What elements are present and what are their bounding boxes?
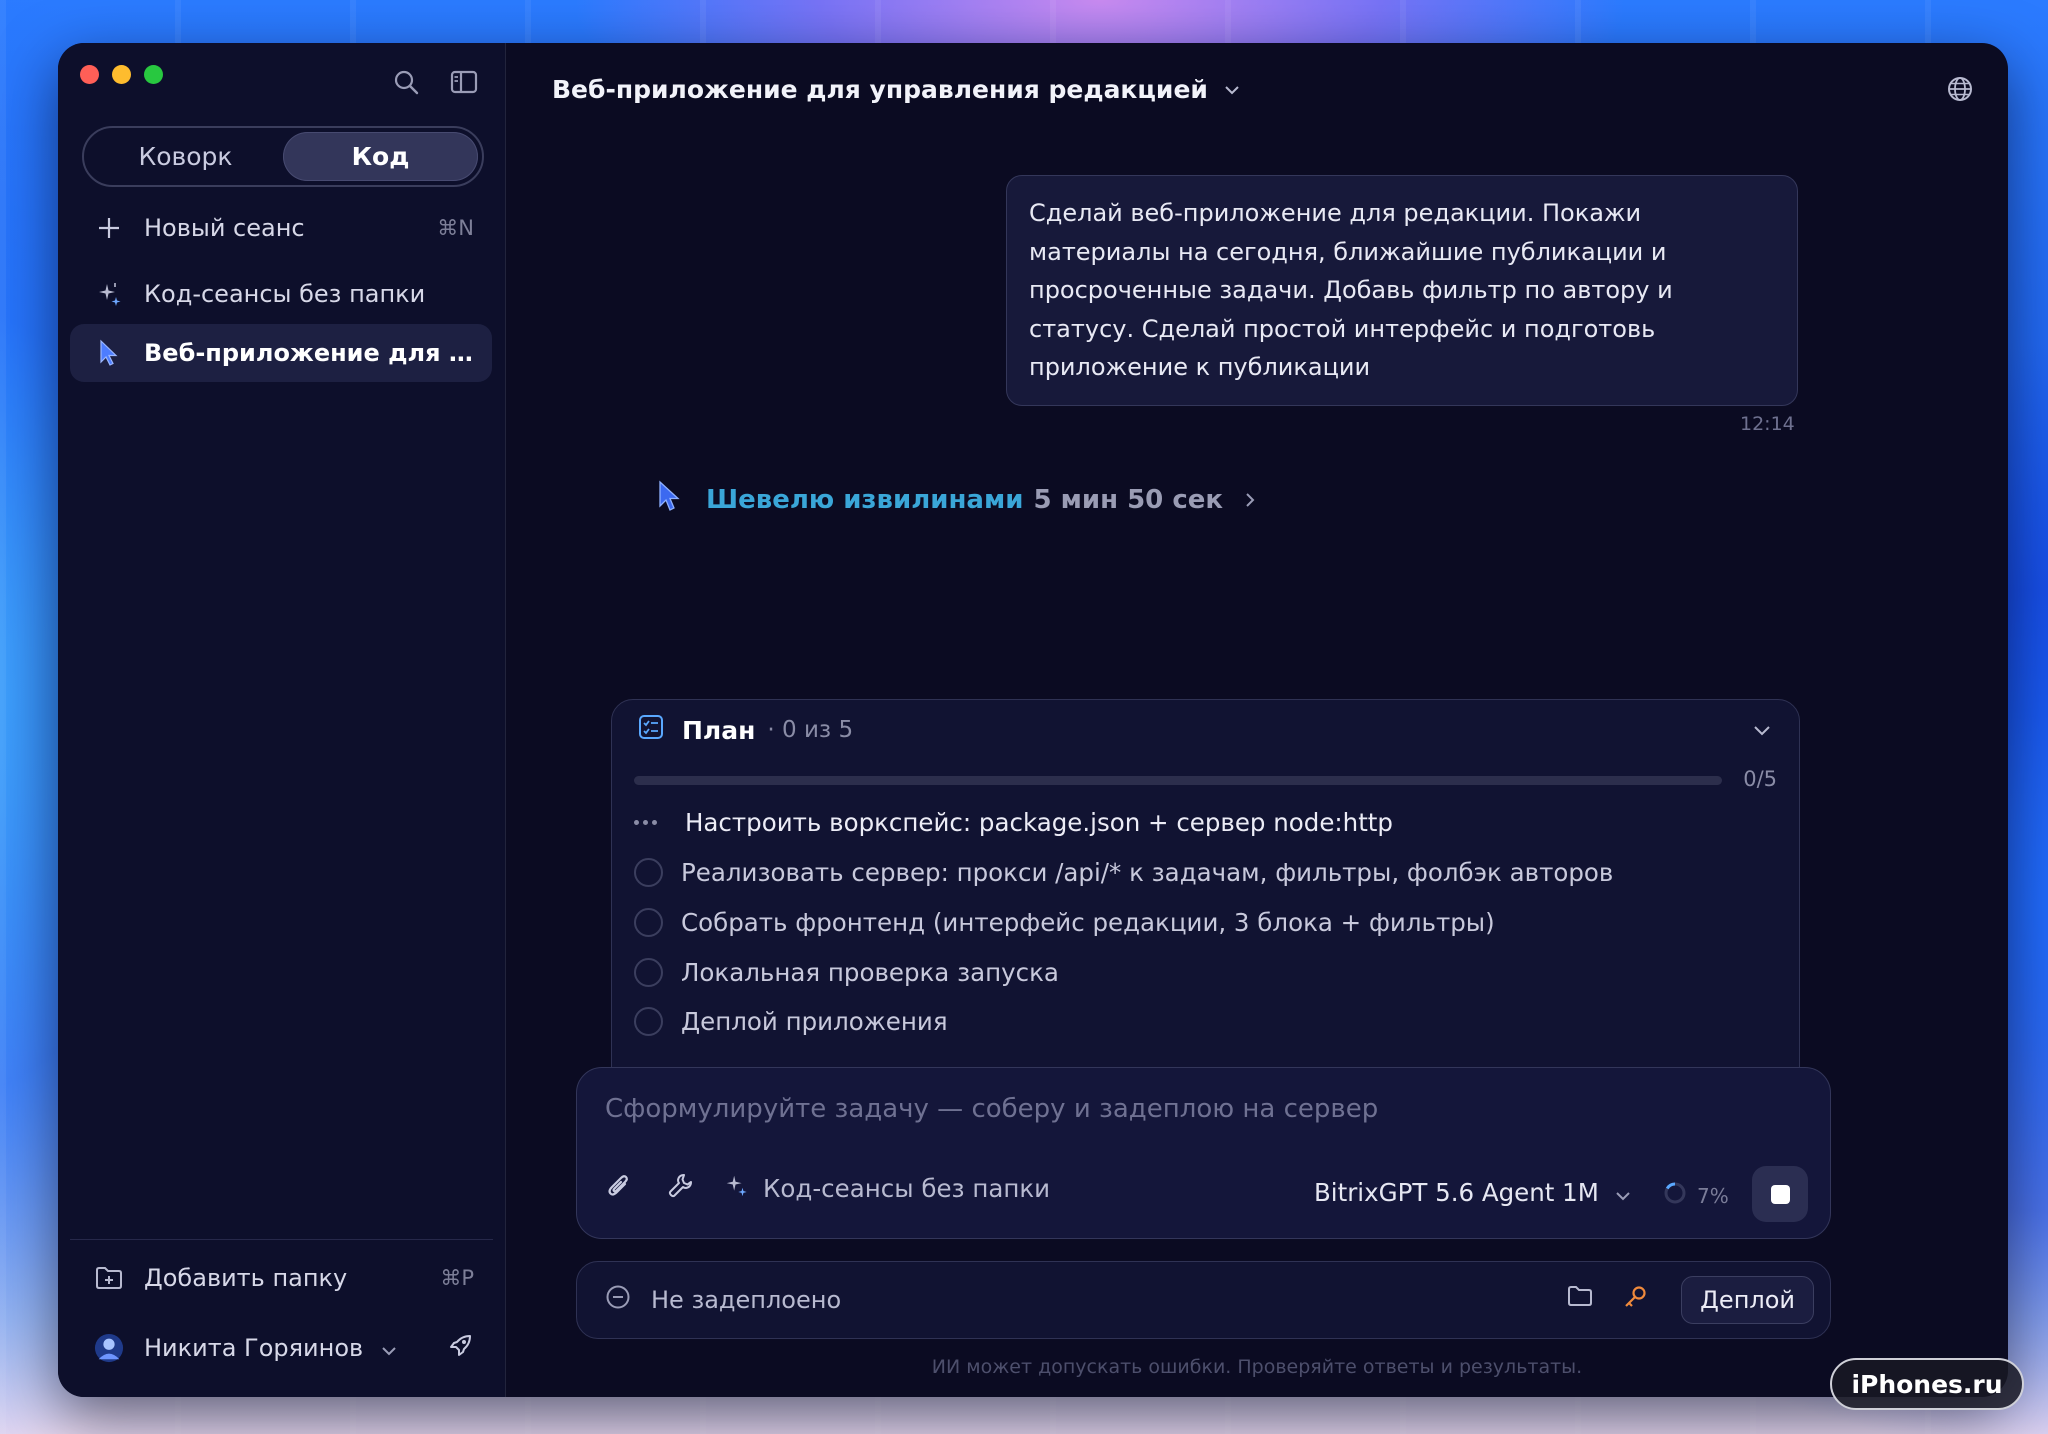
context-usage: 7%: [1663, 1181, 1729, 1210]
deploy-bar: Не задеплоено Деплой: [576, 1261, 1831, 1339]
stop-button[interactable]: [1752, 1166, 1808, 1222]
cursor-icon: [656, 479, 682, 520]
composer-input[interactable]: Сформулируйте задачу — соберу и задеплою…: [605, 1094, 1378, 1124]
add-folder-shortcut: ⌘P: [440, 1266, 474, 1290]
rocket-icon[interactable]: [448, 1332, 474, 1364]
sidebar-item-label: Код-сеансы без папки: [144, 280, 426, 308]
minus-circle-icon: [605, 1284, 631, 1316]
pending-circle-icon: [634, 908, 663, 937]
cursor-icon: [94, 338, 124, 368]
chevron-down-icon: [1615, 1178, 1631, 1207]
user-message: Сделай веб-приложение для редакции. Пока…: [1006, 175, 1798, 406]
tab-code[interactable]: Код: [283, 132, 478, 181]
disclaimer: ИИ может допускать ошибки. Проверяйте от…: [931, 1356, 1583, 1378]
task-label: Деплой приложения: [681, 1007, 948, 1036]
user-name: Никита Горяинов: [144, 1334, 364, 1362]
plan-progress-bar: [634, 776, 1722, 785]
avatar: [94, 1332, 124, 1364]
task-label: Реализовать сервер: прокси /api/* к зада…: [681, 858, 1614, 887]
plan-task: Собрать фронтенд (интерфейс редакции, 3 …: [634, 908, 1495, 937]
folder-icon[interactable]: [1567, 1284, 1593, 1312]
plan-task: Локальная проверка запуска: [634, 958, 1059, 987]
tab-cowork[interactable]: Коворк: [88, 132, 283, 181]
new-session-button[interactable]: Новый сеанс ⌘N: [70, 199, 492, 257]
thinking-indicator[interactable]: Шевелю извилинами 5 мин 50 сек: [656, 479, 1255, 520]
context-ring-icon: [1663, 1181, 1687, 1210]
task-label: Локальная проверка запуска: [681, 958, 1059, 987]
plan-task: Настроить воркспейс: package.json + серв…: [634, 808, 1393, 837]
sidebar-tools: [391, 67, 479, 97]
message-composer[interactable]: Сформулируйте задачу — соберу и задеплою…: [576, 1067, 1831, 1239]
sparkle-icon: [723, 1172, 749, 1204]
app-window: Коворк Код Новый сеанс ⌘N Код-сеансы без…: [58, 43, 2008, 1397]
folder-plus-icon: [94, 1266, 124, 1290]
sidebar-divider: [70, 1239, 493, 1240]
globe-icon[interactable]: [1946, 75, 1974, 107]
sidebar-item-label: Веб-приложение для упр...: [144, 339, 474, 367]
checklist-icon: [638, 714, 664, 746]
plan-title: План: [682, 715, 756, 745]
sidebar-item-web-app[interactable]: Веб-приложение для упр...: [70, 324, 492, 382]
in-progress-icon: [634, 820, 663, 825]
sidebar-toggle-icon[interactable]: [449, 67, 479, 97]
plan-task: Реализовать сервер: прокси /api/* к зада…: [634, 858, 1613, 887]
pending-circle-icon: [634, 958, 663, 987]
model-selector[interactable]: BitrixGPT 5.6 Agent 1M: [1314, 1178, 1631, 1207]
deploy-button[interactable]: Деплой: [1681, 1276, 1814, 1324]
plan-header: План · 0 из 5: [638, 714, 853, 746]
sidebar: Коворк Код Новый сеанс ⌘N Код-сеансы без…: [58, 43, 506, 1397]
pending-circle-icon: [634, 1007, 663, 1036]
sidebar-item-sessions-no-folder[interactable]: Код-сеансы без папки: [70, 265, 492, 323]
plan-count: · 0 из 5: [767, 717, 854, 743]
add-folder-button[interactable]: Добавить папку ⌘P: [70, 1249, 492, 1307]
plan-task: Деплой приложения: [634, 1007, 948, 1036]
search-icon[interactable]: [391, 67, 421, 97]
deploy-status-label: Не задеплоено: [651, 1286, 842, 1314]
pending-circle-icon: [634, 858, 663, 887]
message-time: 12:14: [1740, 413, 1795, 435]
model-label: BitrixGPT 5.6 Agent 1M: [1314, 1178, 1599, 1207]
page-title[interactable]: Веб-приложение для управления редакцией: [552, 75, 1208, 104]
user-menu[interactable]: Никита Горяинов: [70, 1319, 492, 1377]
chevron-down-icon[interactable]: [1224, 80, 1240, 99]
plus-icon: [94, 216, 124, 240]
plan-card: План · 0 из 5 0/5 Настроить воркспейс: p…: [611, 699, 1800, 1119]
composer-tools: Код-сеансы без папки: [605, 1172, 1050, 1204]
chevron-right-icon: [1245, 485, 1255, 515]
deploy-status: Не задеплоено: [605, 1284, 841, 1316]
folder-selector[interactable]: Код-сеансы без папки: [723, 1172, 1050, 1204]
main-panel: Веб-приложение для управления редакцией …: [506, 43, 2008, 1397]
add-folder-label: Добавить папку: [144, 1264, 348, 1292]
stop-icon: [1770, 1184, 1790, 1204]
sparkle-icon: [94, 280, 124, 308]
thinking-label: Шевелю извилинами: [706, 484, 1024, 515]
chevron-down-icon: [381, 1334, 448, 1362]
topbar: Веб-приложение для управления редакцией: [506, 43, 2008, 135]
paperclip-icon[interactable]: [605, 1172, 633, 1204]
plan-progress-label: 0/5: [1743, 767, 1777, 791]
site-watermark: iPhones.ru: [1830, 1358, 2024, 1410]
new-session-shortcut: ⌘N: [437, 216, 474, 240]
window-controls: [80, 65, 163, 84]
context-percent: 7%: [1697, 1183, 1729, 1208]
minimize-window-button[interactable]: [112, 65, 131, 84]
zoom-window-button[interactable]: [144, 65, 163, 84]
folder-selector-label: Код-сеансы без папки: [763, 1173, 1051, 1203]
mode-switch: Коворк Код: [82, 126, 484, 187]
task-label: Настроить воркспейс: package.json + серв…: [685, 808, 1393, 837]
close-window-button[interactable]: [80, 65, 99, 84]
collapse-chevron-icon[interactable]: [1753, 722, 1771, 741]
new-session-label: Новый сеанс: [144, 214, 305, 242]
wrench-icon[interactable]: [667, 1172, 695, 1204]
thinking-duration: 5 мин 50 сек: [1033, 484, 1224, 515]
key-icon[interactable]: [1622, 1284, 1648, 1314]
task-label: Собрать фронтенд (интерфейс редакции, 3 …: [681, 908, 1495, 937]
